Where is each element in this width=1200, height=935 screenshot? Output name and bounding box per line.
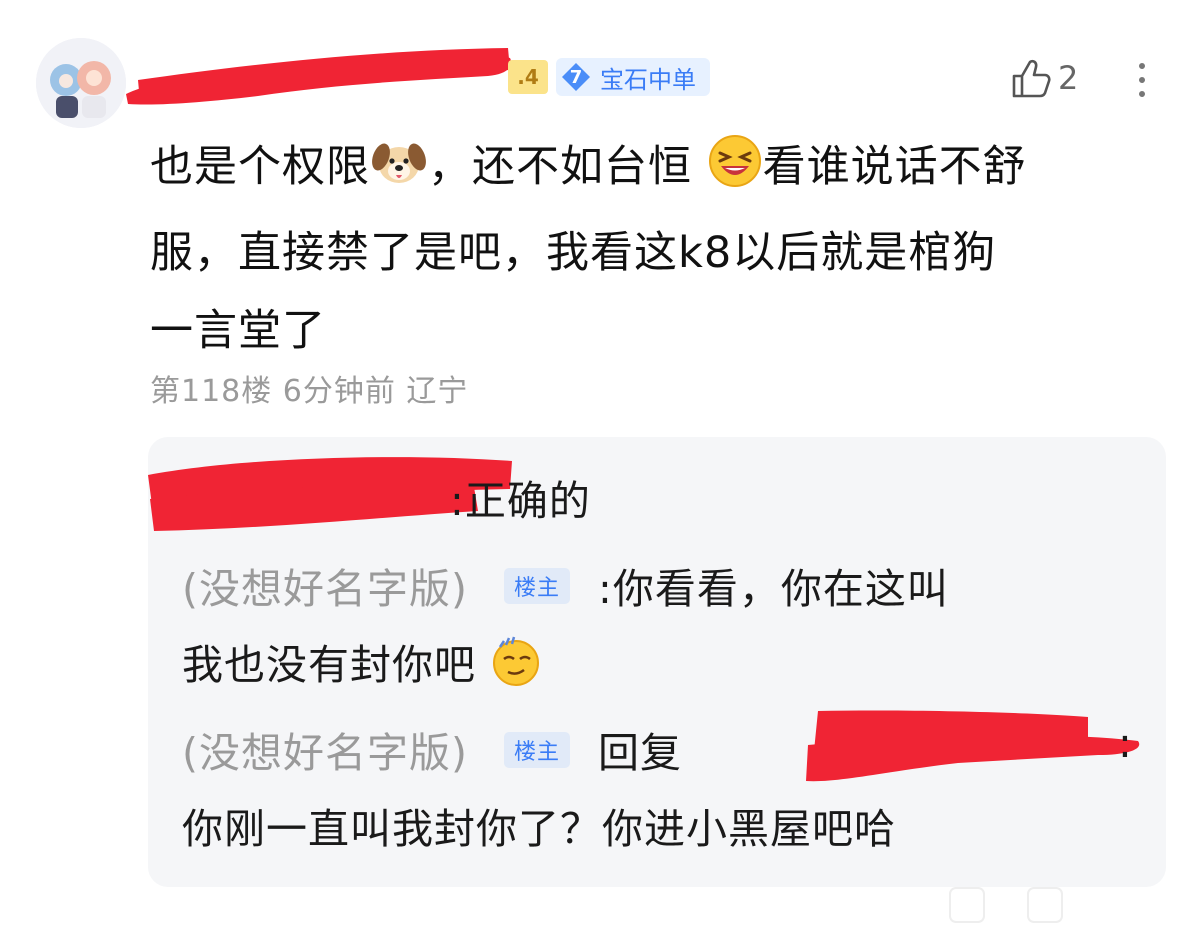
like-button[interactable]: 2 <box>1008 56 1078 100</box>
reply-line: (没想好名字版) 楼主 回复 <box>182 729 683 777</box>
user-level-badge: .4 <box>508 60 548 94</box>
reply-line: (没想好名字版) 楼主:你看看，你在这叫 <box>182 565 949 613</box>
avatar-image <box>36 38 126 128</box>
avatar[interactable] <box>36 38 126 128</box>
comment-meta: 第118楼 6分钟前 辽宁 <box>150 374 469 409</box>
like-count: 2 <box>1058 59 1079 97</box>
watermark <box>948 886 1068 930</box>
smirk-emoji-icon <box>490 635 542 697</box>
laughing-emoji-icon <box>707 133 763 214</box>
op-tag: 楼主 <box>504 732 571 768</box>
comment-content: 也是个权限 ，还不如台恒 看谁说话不舒 服，直接禁了是吧，我看这k8以后就是棺狗一… <box>150 128 1180 370</box>
rank-label: 宝石中单 <box>600 65 696 94</box>
reply-colon: : <box>1118 719 1133 767</box>
op-tag: 楼主 <box>504 568 571 604</box>
dog-emoji-icon <box>370 136 428 214</box>
reply-username[interactable]: (没想好名字版) <box>182 565 468 613</box>
reply-thread[interactable]: :正确的 (没想好名字版) 楼主:你看看，你在这叫 我也没有封你吧 (没想好名字版… <box>148 437 1166 887</box>
diamond-rank-icon: 7 <box>560 61 592 93</box>
thumbs-up-icon <box>1012 59 1051 98</box>
redacted-reply-target <box>798 701 1148 795</box>
reply-line: :正确的 <box>450 477 591 525</box>
rank-badge[interactable]: 7 宝石中单 <box>556 58 710 96</box>
reply-line: 你刚一直叫我封你了？你进小黑屋吧哈 <box>182 805 896 853</box>
more-options-icon[interactable] <box>1130 60 1154 108</box>
reply-line: 我也没有封你吧 <box>182 631 542 697</box>
redacted-username <box>118 40 518 114</box>
reply-username[interactable]: (没想好名字版) <box>182 729 468 777</box>
